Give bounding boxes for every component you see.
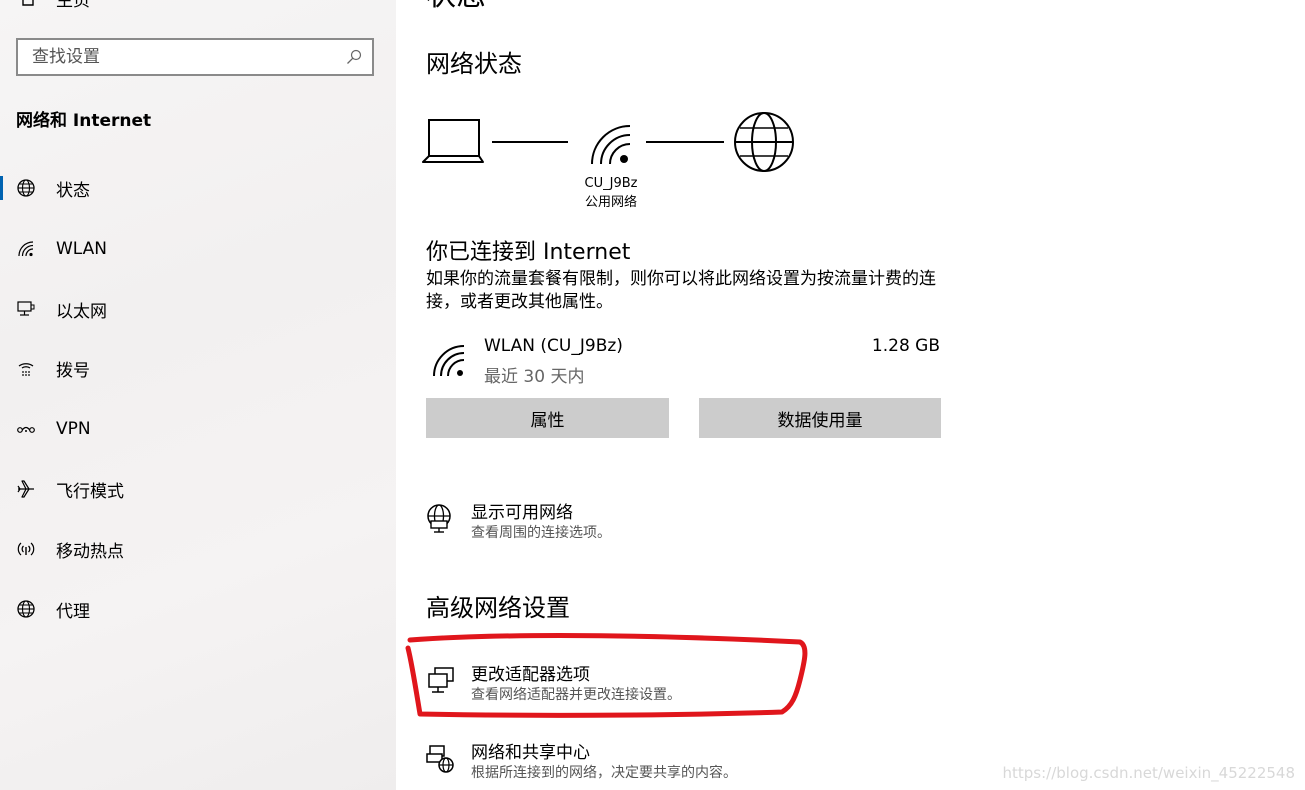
link-title: 更改适配器选项: [471, 665, 590, 685]
link-subtitle: 查看周围的连接选项。: [471, 525, 611, 541]
sidebar-item-label: VPN: [56, 419, 91, 439]
sharing-center-icon: [426, 745, 454, 773]
search-box: [16, 38, 374, 76]
link-title: 网络和共享中心: [471, 743, 590, 763]
connection-row: WLAN (CU_J9Bz) 最近 30 天内 1.28 GB: [426, 334, 942, 387]
wifi-icon: [591, 125, 631, 165]
home-label: 主页: [56, 0, 90, 11]
network-globe-icon: [427, 504, 451, 533]
main-content: 状态 网络状态 CU_J9Bz: [396, 0, 1305, 790]
ethernet-icon: [17, 301, 35, 316]
dialup-icon: [18, 363, 34, 376]
vpn-icon: [17, 426, 35, 433]
watermark: https://blog.csdn.net/weixin_45222548: [1002, 764, 1295, 782]
wifi-icon: [433, 345, 465, 377]
sidebar-item-ethernet[interactable]: 以太网: [0, 287, 396, 331]
data-usage-button[interactable]: 数据使用量: [699, 398, 941, 438]
sidebar-item-dialup[interactable]: 拨号: [0, 346, 396, 390]
network-name: CU_J9Bz: [584, 176, 638, 191]
network-sharing-center-link[interactable]: 网络和共享中心 根据所连接到的网络，决定要共享的内容。: [426, 738, 926, 786]
sidebar-item-label: 以太网: [56, 301, 107, 322]
sidebar-item-vpn[interactable]: VPN: [0, 407, 396, 451]
sidebar-item-proxy[interactable]: 代理: [0, 587, 396, 631]
sidebar-item-mobile-hotspot[interactable]: 移动热点: [0, 527, 396, 571]
advanced-settings-title: 高级网络设置: [426, 594, 570, 622]
sidebar-item-label: 拨号: [56, 360, 90, 381]
airplane-icon: [17, 480, 34, 498]
wifi-icon: [18, 241, 34, 257]
sidebar-item-label: 代理: [56, 601, 90, 622]
page-title: 状态: [426, 0, 486, 14]
adapter-icon: [428, 667, 454, 693]
settings-window: 主页 网络和 Internet 状态: [0, 0, 1305, 790]
home-icon: [22, 0, 34, 6]
home-link[interactable]: 主页: [18, 0, 90, 11]
data-usage-value: 1.28 GB: [871, 336, 940, 356]
link-title: 显示可用网络: [471, 503, 573, 523]
network-type: 公用网络: [584, 195, 637, 210]
search-icon[interactable]: [346, 49, 362, 65]
sidebar-item-label: 飞行模式: [56, 481, 124, 502]
connection-period: 最近 30 天内: [484, 367, 585, 387]
sidebar-section-title: 网络和 Internet: [16, 111, 152, 131]
sidebar-item-label: 移动热点: [56, 541, 124, 562]
globe-icon: [17, 600, 35, 618]
search-input[interactable]: [18, 40, 342, 74]
show-available-networks-link[interactable]: 显示可用网络 查看周围的连接选项。: [426, 498, 926, 546]
sidebar-item-label: WLAN: [56, 239, 108, 259]
laptop-icon: [422, 119, 484, 163]
internet-globe-icon: [734, 112, 794, 172]
sidebar: 主页 网络和 Internet 状态: [0, 0, 396, 790]
sidebar-item-wlan[interactable]: WLAN: [0, 227, 396, 271]
link-subtitle: 根据所连接到的网络，决定要共享的内容。: [471, 765, 737, 781]
change-adapter-options-link[interactable]: 更改适配器选项 查看网络适配器并更改连接设置。: [426, 660, 926, 708]
connection-name: WLAN (CU_J9Bz): [484, 336, 623, 356]
connected-title: 你已连接到 Internet: [426, 240, 631, 265]
network-status-title: 网络状态: [426, 50, 522, 78]
properties-button[interactable]: 属性: [426, 398, 669, 438]
connected-description: 如果你的流量套餐有限制，则你可以将此网络设置为按流量计费的连接，或者更改其他属性…: [426, 269, 936, 312]
sidebar-item-label: 状态: [56, 180, 90, 201]
link-subtitle: 查看网络适配器并更改连接设置。: [471, 687, 681, 703]
hotspot-icon: [17, 542, 35, 556]
sidebar-item-airplane-mode[interactable]: 飞行模式: [0, 467, 396, 511]
sidebar-item-status[interactable]: 状态: [0, 166, 396, 210]
globe-icon: [17, 179, 35, 197]
